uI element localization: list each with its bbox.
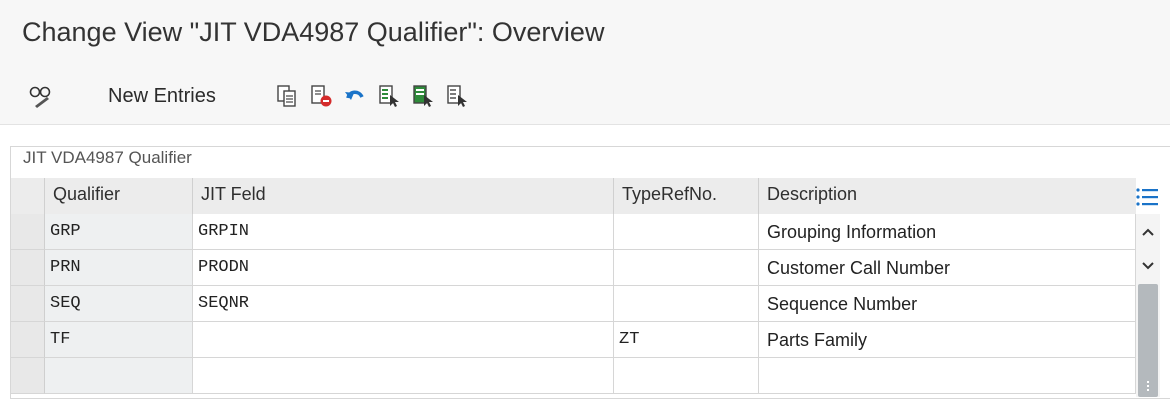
delete-icon[interactable] xyxy=(306,76,336,116)
copy-icon[interactable] xyxy=(272,76,302,116)
table-row xyxy=(11,358,1136,394)
row-selector[interactable] xyxy=(11,358,45,394)
title-bar: Change View "JIT VDA4987 Qualifier": Ove… xyxy=(0,0,1170,69)
column-header-qualifier[interactable]: Qualifier xyxy=(45,178,193,214)
qualifier-cell[interactable] xyxy=(45,358,193,394)
jit-feld-cell[interactable] xyxy=(193,358,614,394)
table-row: TF ZT Parts Family xyxy=(11,322,1136,358)
select-all-icon[interactable] xyxy=(374,76,404,116)
select-block-icon[interactable] xyxy=(408,76,438,116)
qualifier-cell[interactable]: SEQ xyxy=(45,286,193,322)
description-cell[interactable]: Customer Call Number xyxy=(759,250,1136,286)
column-header-jit-feld[interactable]: JIT Feld xyxy=(193,178,614,214)
table-row: SEQ SEQNR Sequence Number xyxy=(11,286,1136,322)
typerefno-cell[interactable] xyxy=(614,358,759,394)
undo-icon[interactable] xyxy=(340,76,370,116)
panel-title: JIT VDA4987 Qualifier xyxy=(23,148,192,167)
description-cell[interactable]: Sequence Number xyxy=(759,286,1136,322)
row-selector[interactable] xyxy=(11,250,45,286)
typerefno-cell[interactable] xyxy=(614,250,759,286)
page-title: Change View "JIT VDA4987 Qualifier": Ove… xyxy=(22,17,605,47)
toolbar: New Entries xyxy=(0,68,1170,125)
row-selector[interactable] xyxy=(11,214,45,250)
qualifier-cell[interactable]: PRN xyxy=(45,250,193,286)
column-header-typerefno[interactable]: TypeRefNo. xyxy=(614,178,759,214)
jit-feld-cell[interactable]: PRODN xyxy=(193,250,614,286)
table-row: GRP GRPIN Grouping Information xyxy=(11,214,1136,250)
vertical-scrollbar[interactable] xyxy=(1136,214,1160,397)
qualifier-cell[interactable]: GRP xyxy=(45,214,193,250)
description-cell[interactable]: Grouping Information xyxy=(759,214,1136,250)
scrollbar-thumb[interactable] xyxy=(1138,284,1158,397)
description-cell[interactable]: Parts Family xyxy=(759,322,1136,358)
select-all-rows-header[interactable] xyxy=(11,178,45,214)
typerefno-cell[interactable]: ZT xyxy=(614,322,759,358)
deselect-all-icon[interactable] xyxy=(442,76,472,116)
row-selector[interactable] xyxy=(11,286,45,322)
qualifier-cell[interactable]: TF xyxy=(45,322,193,358)
description-cell[interactable] xyxy=(759,358,1136,394)
table-row: PRN PRODN Customer Call Number xyxy=(11,250,1136,286)
row-selector[interactable] xyxy=(11,322,45,358)
jit-feld-cell[interactable]: SEQNR xyxy=(193,286,614,322)
column-header-description[interactable]: Description xyxy=(759,178,1136,214)
typerefno-cell[interactable] xyxy=(614,214,759,250)
scroll-down-icon[interactable] xyxy=(1136,252,1160,280)
display-change-icon[interactable] xyxy=(20,76,60,116)
new-entries-button[interactable]: New Entries xyxy=(100,76,224,116)
grip-icon xyxy=(1147,381,1151,391)
scroll-up-icon[interactable] xyxy=(1136,218,1160,246)
typerefno-cell[interactable] xyxy=(614,286,759,322)
jit-feld-cell[interactable]: GRPIN xyxy=(193,214,614,250)
column-settings-icon[interactable] xyxy=(1134,184,1160,210)
jit-feld-cell[interactable] xyxy=(193,322,614,358)
